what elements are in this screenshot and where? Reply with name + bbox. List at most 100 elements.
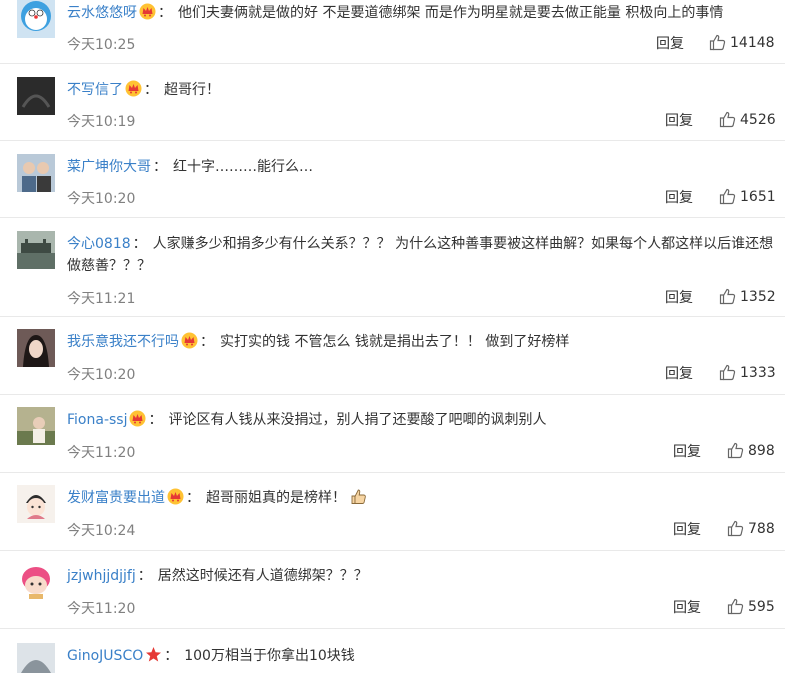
- comment-text: 红十字………能行么…: [173, 159, 313, 175]
- timestamp: 今天11:20: [67, 601, 136, 617]
- colon: ：: [148, 412, 163, 428]
- thumbs-up-icon: [719, 188, 736, 205]
- avatar[interactable]: [17, 77, 55, 115]
- comment-line: 发财富贵要出道 ： 超哥丽姐真的是榜样！: [67, 487, 773, 512]
- thumbs-up-icon: [727, 598, 744, 615]
- comment-list: 云水悠悠呀 ： 他们夫妻俩就是做的好 不是要道德绑架 而是作为明星就是要去做正能量 …: [0, 0, 785, 673]
- reply-button[interactable]: 回复: [665, 110, 693, 130]
- thumbs-up-emoji: [350, 488, 367, 512]
- reply-button[interactable]: 回复: [665, 363, 693, 383]
- username-link[interactable]: jzjwhjjdjjfj: [67, 568, 136, 584]
- comment-text: 人家赚多少和捐多少有什么关系？？？ 为什么这种善事要被这样曲解？如果每个人都这样…: [67, 236, 774, 274]
- comment-line: GinoJUSCO ： 100万相当于你拿出10块钱: [67, 645, 773, 670]
- comment-text: 实打实的钱 不管怎么 钱就是捐出去了！！ 做到了好榜样: [220, 334, 570, 350]
- like-count: 898: [748, 442, 775, 459]
- reply-button[interactable]: 回复: [656, 33, 684, 53]
- like-count: 788: [748, 520, 775, 537]
- reply-button[interactable]: 回复: [673, 597, 701, 617]
- username-link[interactable]: GinoJUSCO: [67, 648, 143, 664]
- comment-item: 我乐意我还不行吗 ： 实打实的钱 不管怎么 钱就是捐出去了！！ 做到了好榜样 今天1…: [0, 317, 785, 395]
- username-link[interactable]: 今心0818: [67, 236, 131, 252]
- like-button[interactable]: 898: [727, 442, 775, 459]
- timestamp: 今天10:20: [67, 191, 136, 207]
- like-button[interactable]: 788: [727, 520, 775, 537]
- comment-item: 发财富贵要出道 ： 超哥丽姐真的是榜样！ 今天10:24 回复 788: [0, 473, 785, 551]
- comment-item: 不写信了 ： 超哥行！ 今天10:19 回复 4526: [0, 64, 785, 141]
- username-link[interactable]: Fiona-ssj: [67, 412, 127, 428]
- thumbs-up-icon: [727, 442, 744, 459]
- username-link[interactable]: 菜广坤你大哥: [67, 159, 151, 175]
- like-count: 4526: [740, 111, 776, 128]
- comment-text: 居然这时候还有人道德绑架？？？: [157, 568, 368, 584]
- avatar[interactable]: [17, 329, 55, 367]
- avatar[interactable]: [17, 563, 55, 601]
- timestamp: 今天10:24: [67, 523, 136, 539]
- colon: ：: [200, 334, 214, 350]
- timestamp: 今天10:25: [67, 37, 136, 53]
- colon: ：: [153, 159, 167, 175]
- star-badge-icon: [145, 646, 162, 670]
- comment-text: 评论区有人钱从来没捐过，别人捐了还要酸了吧唧的讽刺别人: [168, 412, 547, 428]
- comment-line: jzjwhjjdjjfj： 居然这时候还有人道德绑架？？？: [67, 565, 773, 587]
- like-count: 595: [748, 598, 775, 615]
- comment-line: 不写信了 ： 超哥行！: [67, 79, 773, 104]
- colon: ：: [137, 568, 152, 584]
- comment-line: 云水悠悠呀 ： 他们夫妻俩就是做的好 不是要道德绑架 而是作为明星就是要去做正能量 …: [67, 2, 773, 27]
- comment-item: GinoJUSCO ： 100万相当于你拿出10块钱: [0, 629, 785, 673]
- avatar[interactable]: [17, 485, 55, 523]
- comment-item: 今心0818：人家赚多少和捐多少有什么关系？？？ 为什么这种善事要被这样曲解？如…: [0, 218, 785, 317]
- comment-line: 菜广坤你大哥： 红十字………能行么…: [67, 156, 773, 178]
- comment-item: jzjwhjjdjjfj：居然这时候还有人道德绑架？？？ 今天11:20 回复 …: [0, 551, 785, 629]
- thumbs-up-icon: [719, 364, 736, 381]
- colon: ：: [132, 236, 147, 252]
- reply-button[interactable]: 回复: [665, 287, 693, 307]
- timestamp: 今天11:21: [67, 291, 136, 307]
- crown-icon: [125, 80, 142, 104]
- colon: ：: [144, 82, 158, 98]
- like-button[interactable]: 1352: [719, 288, 776, 305]
- like-button[interactable]: 595: [727, 598, 775, 615]
- comment-item: 云水悠悠呀 ： 他们夫妻俩就是做的好 不是要道德绑架 而是作为明星就是要去做正能量 …: [0, 0, 785, 64]
- username-link[interactable]: 云水悠悠呀: [67, 5, 137, 21]
- avatar[interactable]: [17, 231, 55, 269]
- crown-icon: [139, 3, 156, 27]
- comment-text: 他们夫妻俩就是做的好 不是要道德绑架 而是作为明星就是要去做正能量 积极向上的事…: [178, 5, 724, 21]
- comment-line: 今心0818：人家赚多少和捐多少有什么关系？？？ 为什么这种善事要被这样曲解？如…: [67, 233, 785, 277]
- colon: ：: [158, 5, 172, 21]
- avatar[interactable]: [17, 407, 55, 445]
- like-button[interactable]: 1651: [719, 188, 776, 205]
- reply-button[interactable]: 回复: [673, 441, 701, 461]
- comment-item: 菜广坤你大哥： 红十字………能行么… 今天10:20 回复 1651: [0, 141, 785, 218]
- thumbs-up-icon: [727, 520, 744, 537]
- thumbs-up-icon: [719, 288, 736, 305]
- comment-item: Fiona-ssj ： 评论区有人钱从来没捐过，别人捐了还要酸了吧唧的讽刺别人 今天…: [0, 395, 785, 473]
- avatar[interactable]: [17, 0, 55, 38]
- like-count: 1651: [740, 188, 776, 205]
- comment-text: 超哥丽姐真的是榜样！: [206, 490, 346, 506]
- timestamp: 今天10:19: [67, 114, 136, 130]
- like-count: 1352: [740, 288, 776, 305]
- username-link[interactable]: 我乐意我还不行吗: [67, 334, 179, 350]
- comment-text: 超哥行！: [164, 82, 220, 98]
- like-count: 1333: [740, 364, 776, 381]
- comment-line: Fiona-ssj ： 评论区有人钱从来没捐过，别人捐了还要酸了吧唧的讽刺别人: [67, 409, 773, 434]
- colon: ：: [186, 490, 200, 506]
- username-link[interactable]: 发财富贵要出道: [67, 490, 165, 506]
- avatar[interactable]: [17, 154, 55, 192]
- avatar[interactable]: [17, 643, 55, 673]
- timestamp: 今天11:20: [67, 445, 136, 461]
- thumbs-up-icon: [719, 111, 736, 128]
- reply-button[interactable]: 回复: [673, 519, 701, 539]
- reply-button[interactable]: 回复: [665, 187, 693, 207]
- crown-icon: [181, 332, 198, 356]
- colon: ：: [164, 648, 179, 664]
- comment-text: 100万相当于你拿出10块钱: [184, 648, 355, 664]
- crown-icon: [129, 410, 146, 434]
- username-link[interactable]: 不写信了: [67, 82, 123, 98]
- like-button[interactable]: 4526: [719, 111, 776, 128]
- like-button[interactable]: 1333: [719, 364, 776, 381]
- thumbs-up-icon: [709, 34, 726, 51]
- like-button[interactable]: 14148: [709, 34, 775, 51]
- crown-icon: [167, 488, 184, 512]
- comment-line: 我乐意我还不行吗 ： 实打实的钱 不管怎么 钱就是捐出去了！！ 做到了好榜样: [67, 331, 773, 356]
